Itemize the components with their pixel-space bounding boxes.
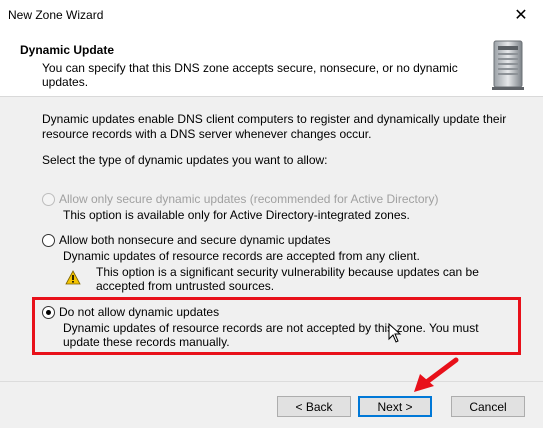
highlight-box: [32, 297, 521, 355]
mouse-cursor-icon: [388, 323, 402, 343]
red-arrow-icon: [414, 357, 459, 392]
next-button[interactable]: Next >: [358, 396, 432, 417]
option-nonsecure-and-secure[interactable]: Allow both nonsecure and secure dynamic …: [42, 233, 331, 247]
wizard-header: Dynamic Update You can specify that this…: [0, 30, 543, 97]
wizard-footer: < Back Next > Cancel: [0, 381, 543, 428]
cancel-button[interactable]: Cancel: [451, 396, 525, 417]
page-subtitle: You can specify that this DNS zone accep…: [42, 61, 458, 89]
option-nonsecure-and-secure-label[interactable]: Allow both nonsecure and secure dynamic …: [59, 233, 331, 247]
radio-nonsecure-and-secure[interactable]: [42, 233, 55, 247]
security-warning-text: This option is a significant security vu…: [96, 265, 479, 293]
page-title: Dynamic Update: [20, 43, 115, 57]
select-label: Select the type of dynamic updates you w…: [42, 153, 328, 167]
server-icon: [492, 40, 524, 90]
title-bar: New Zone Wizard ✕: [0, 0, 543, 30]
close-icon: ✕: [514, 7, 528, 24]
option-secure-only-description: This option is available only for Active…: [63, 208, 410, 222]
wizard-content: Dynamic updates enable DNS client comput…: [0, 97, 543, 381]
close-button[interactable]: ✕: [499, 0, 543, 30]
option-secure-only-label: Allow only secure dynamic updates (recom…: [59, 192, 439, 206]
warning-icon: [65, 270, 81, 285]
back-button[interactable]: < Back: [277, 396, 351, 417]
option-secure-only: Allow only secure dynamic updates (recom…: [42, 192, 439, 206]
window-title: New Zone Wizard: [8, 8, 104, 22]
option-nonsecure-and-secure-description: Dynamic updates of resource records are …: [63, 249, 420, 263]
radio-secure-only: [42, 192, 55, 206]
intro-text: Dynamic updates enable DNS client comput…: [42, 112, 507, 141]
